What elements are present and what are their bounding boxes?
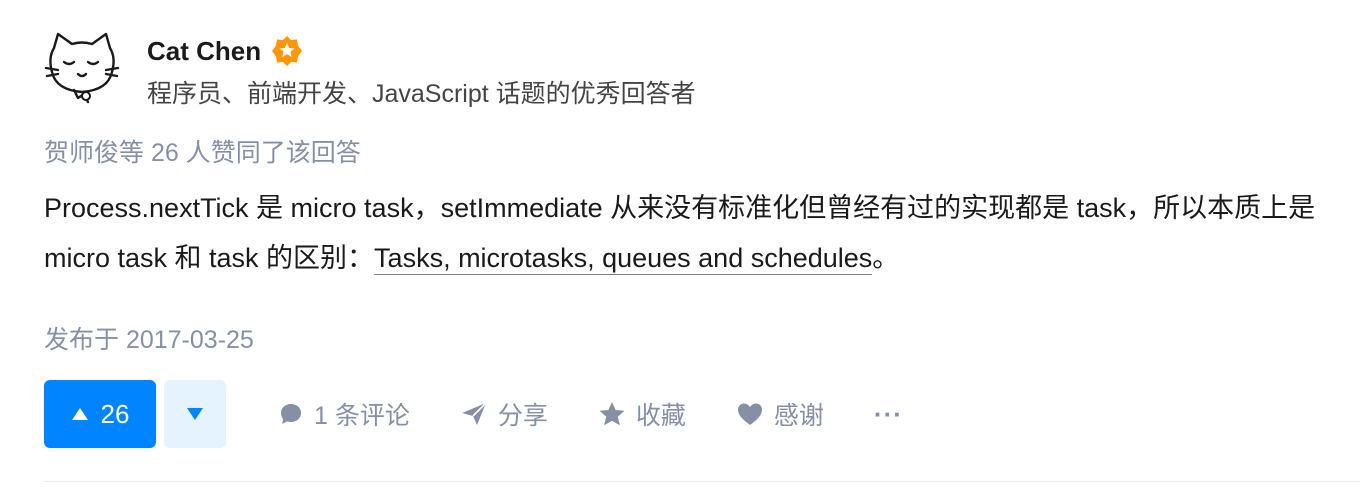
author-meta: Cat Chen 程序员、前端开发、JavaScript 话题的优秀回答者 [147, 34, 696, 110]
voters-summary[interactable]: 贺师俊等 26 人赞同了该回答 [44, 133, 361, 169]
heart-icon [737, 403, 762, 425]
more-button[interactable]: ··· [874, 399, 903, 430]
author-name-row: Cat Chen [147, 34, 696, 68]
share-label: 分享 [497, 402, 548, 430]
more-icon: ··· [873, 398, 903, 429]
answer-card: Cat Chen 程序员、前端开发、JavaScript 话题的优秀回答者 贺师… [0, 0, 1360, 494]
thanks-button[interactable]: 感谢 [736, 396, 824, 432]
vote-up-count: 26 [100, 398, 130, 429]
content-link[interactable]: Tasks, microtasks, queues and schedules [374, 243, 873, 275]
triangle-up-icon [71, 408, 88, 420]
comment-label: 1 条评论 [314, 402, 410, 430]
author-info: Cat Chen 程序员、前端开发、JavaScript 话题的优秀回答者 [44, 30, 696, 110]
favorite-button[interactable]: 收藏 [598, 396, 686, 432]
paper-plane-icon [461, 402, 487, 425]
divider [44, 481, 1360, 482]
publish-time[interactable]: 发布于 2017-03-25 [44, 320, 254, 356]
content-text-end: 。 [872, 243, 900, 273]
vote-up-button[interactable]: 26 [44, 380, 156, 448]
comment-bubble-icon [281, 404, 301, 424]
author-headline: 程序员、前端开发、JavaScript 话题的优秀回答者 [147, 80, 696, 108]
comment-button[interactable]: 1 条评论 [278, 396, 410, 432]
vote-down-button[interactable] [164, 380, 226, 448]
avatar[interactable] [44, 30, 120, 106]
star-icon [599, 402, 625, 426]
triangle-down-icon [187, 408, 203, 420]
thanks-label: 感谢 [773, 402, 824, 430]
author-name[interactable]: Cat Chen [147, 36, 261, 67]
excellent-answerer-badge-icon[interactable] [271, 35, 303, 67]
action-bar: 26 1 条评论 分享 收藏 感谢 ··· [44, 380, 903, 448]
favorite-label: 收藏 [635, 402, 686, 430]
answer-content: Process.nextTick 是 micro task，setImmedia… [44, 183, 1334, 283]
share-button[interactable]: 分享 [460, 396, 548, 432]
